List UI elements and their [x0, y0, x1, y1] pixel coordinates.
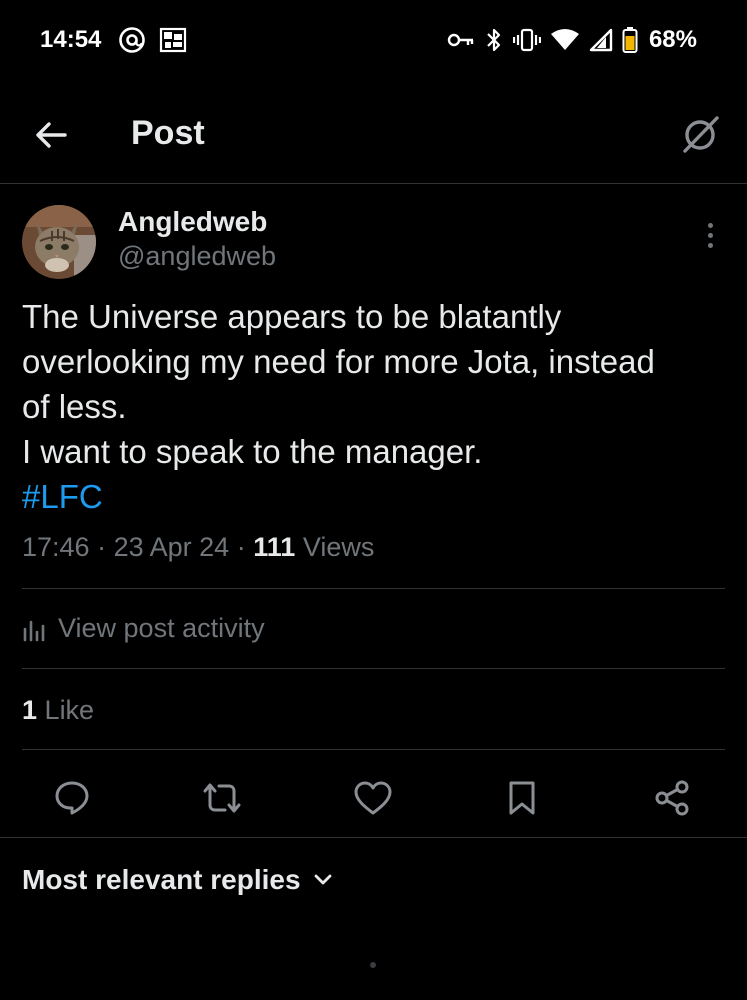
more-dot: [707, 242, 713, 248]
author-display-name[interactable]: Angledweb: [118, 206, 267, 238]
repost-icon: [203, 783, 241, 813]
analytics-icon: [23, 620, 45, 641]
arrow-left-icon: [36, 122, 67, 148]
post-time: 17:46: [22, 532, 90, 562]
header-divider: [0, 183, 747, 184]
post-text-line: of less.: [22, 388, 127, 425]
status-time: 14:54: [40, 26, 102, 53]
share-icon: [655, 780, 689, 816]
actions-divider: [0, 837, 747, 838]
like-button[interactable]: [351, 776, 395, 820]
top-app-bar: Post: [0, 96, 747, 182]
avatar[interactable]: [22, 205, 96, 279]
likes-count: 1: [22, 695, 38, 725]
bluetooth-icon: [487, 28, 501, 52]
hashtag-link[interactable]: #LFC: [22, 474, 722, 519]
page-title: Post: [131, 114, 205, 152]
reply-icon: [55, 781, 89, 815]
post-text-line: I want to speak to the manager.: [22, 433, 483, 470]
meta-divider: [22, 588, 725, 589]
heart-icon: [354, 781, 392, 815]
views-count: 111: [253, 532, 296, 562]
wifi-icon: [550, 29, 579, 50]
view-post-activity-button[interactable]: View post activity: [22, 613, 265, 644]
more-dot: [707, 232, 713, 238]
post-actions-bar: [0, 770, 747, 822]
replies-sort-label: Most relevant replies: [22, 864, 301, 895]
reply-button[interactable]: [50, 776, 94, 820]
meta-separator: ·: [236, 532, 246, 562]
screen: 14:54 68% Post Angledweb @angledweb The …: [0, 0, 747, 1000]
chevron-down-icon: [314, 874, 331, 885]
post-text-line: overlooking my need for more Jota, inste…: [22, 343, 655, 380]
share-button[interactable]: [650, 776, 694, 820]
battery-percent: 68%: [648, 26, 697, 53]
post-meta: 17:46 · 23 Apr 24 · 111 Views: [22, 532, 374, 563]
post-text-line: The Universe appears to be blatantly: [22, 298, 562, 335]
more-dot: [707, 222, 713, 228]
loading-indicator: [370, 962, 376, 968]
status-right-icons: 68%: [447, 26, 697, 54]
repost-button[interactable]: [200, 776, 244, 820]
bookmark-button[interactable]: [500, 776, 544, 820]
cellular-signal-icon: [589, 28, 613, 52]
threads-icon: [119, 27, 145, 53]
likes-count-link[interactable]: 1 Like: [22, 695, 94, 726]
status-left-icons: [118, 26, 188, 54]
view-post-activity-label: View post activity: [58, 613, 265, 643]
author-handle[interactable]: @angledweb: [118, 241, 276, 272]
likes-divider: [22, 749, 725, 750]
battery-icon: [622, 27, 638, 53]
vpn-key-icon: [447, 33, 474, 47]
meta-separator: ·: [97, 532, 107, 562]
more-options-button[interactable]: [695, 215, 725, 255]
views-label: Views: [302, 532, 375, 562]
grok-icon: [683, 116, 719, 153]
post-date: 23 Apr 24: [113, 532, 230, 562]
cat-avatar-image: [22, 205, 96, 279]
activity-divider: [22, 668, 725, 669]
back-button[interactable]: [32, 116, 70, 154]
replies-sort-dropdown[interactable]: Most relevant replies: [22, 864, 333, 896]
grok-button[interactable]: [679, 113, 721, 155]
vibrate-icon: [512, 28, 541, 52]
likes-label: Like: [44, 695, 95, 725]
status-bar: 14:54 68%: [0, 0, 747, 82]
pixel-grid-icon: [159, 27, 187, 53]
post-text: The Universe appears to be blatantly ove…: [22, 294, 722, 519]
bookmark-icon: [509, 781, 535, 815]
